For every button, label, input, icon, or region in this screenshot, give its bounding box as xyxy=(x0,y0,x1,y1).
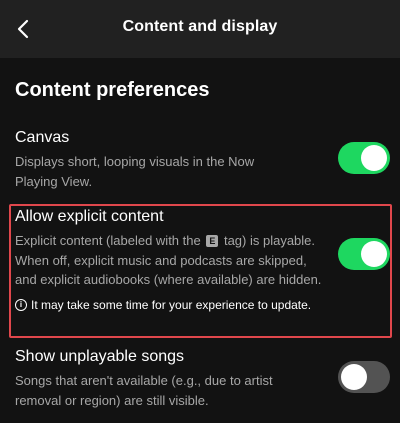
unplayable-songs-toggle[interactable] xyxy=(338,361,390,393)
info-note: i It may take some time for your experie… xyxy=(15,298,345,312)
setting-explicit-content: Allow explicit content Explicit content … xyxy=(15,207,345,312)
setting-title: Canvas xyxy=(15,129,70,146)
setting-description: Explicit content (labeled with the E tag… xyxy=(15,231,325,290)
setting-unplayable-songs: Show unplayable songs Songs that aren't … xyxy=(15,347,345,410)
info-text: It may take some time for your experienc… xyxy=(31,297,312,312)
info-circle-icon: i xyxy=(15,298,27,311)
explicit-tag-icon: E xyxy=(206,235,219,247)
description-text: Explicit content (labeled with the xyxy=(15,233,201,248)
page-title: Content and display xyxy=(122,18,278,35)
setting-canvas: Canvas Displays short, looping visuals i… xyxy=(15,128,345,191)
toggle-knob xyxy=(361,145,387,171)
toggle-knob xyxy=(361,241,387,267)
setting-description: Songs that aren't available (e.g., due t… xyxy=(15,373,273,408)
canvas-toggle[interactable] xyxy=(338,142,390,174)
setting-title: Show unplayable songs xyxy=(15,348,185,365)
setting-description: Displays short, looping visuals in the N… xyxy=(15,154,255,189)
explicit-content-toggle[interactable] xyxy=(338,238,390,270)
toggle-knob xyxy=(341,364,367,390)
top-bar: Content and display xyxy=(0,0,400,58)
setting-title: Allow explicit content xyxy=(15,208,164,225)
section-title: Content preferences xyxy=(15,79,210,101)
